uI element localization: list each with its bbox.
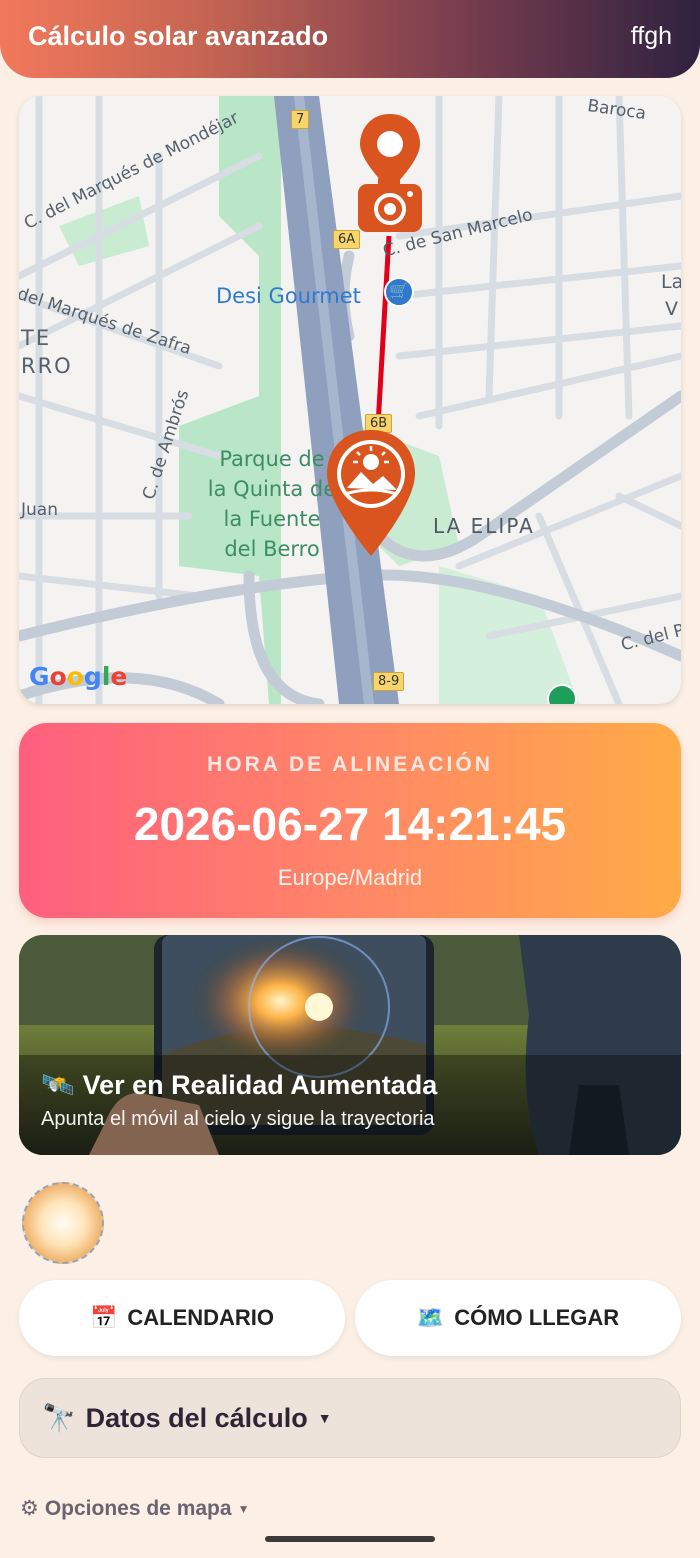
calc-data-label: Datos del cálculo	[85, 1402, 308, 1433]
calendar-icon: 📅	[89, 1305, 118, 1330]
home-indicator[interactable]	[265, 1536, 435, 1542]
shopping-cart-icon[interactable]: 🛒	[384, 277, 414, 307]
user-name[interactable]: ffgh	[631, 22, 672, 51]
road-shield: 8-9	[373, 672, 405, 691]
ar-subtitle: Apunta el móvil al cielo y sigue la tray…	[41, 1108, 435, 1130]
alignment-datetime: 2026-06-27 14:21:45	[133, 798, 567, 850]
road-shield: 7	[291, 110, 310, 129]
street-label: Juan	[21, 500, 58, 520]
gear-icon: ⚙	[20, 1497, 39, 1520]
alignment-time-card: HORA DE ALINEACIÓN 2026-06-27 14:21:45 E…	[19, 723, 681, 918]
timezone-label: Europe/Madrid	[277, 865, 423, 890]
map-icon: 🗺️	[416, 1305, 445, 1330]
directions-button[interactable]: 🗺️ CÓMO LLEGAR	[355, 1280, 681, 1356]
caret-down-icon: ▼	[317, 1410, 332, 1426]
map-view[interactable]: C. del Marqués de Mondéjar del Marqués d…	[19, 96, 681, 704]
edge-label: TE	[21, 326, 52, 350]
edge-label: La	[661, 271, 681, 293]
calendar-button[interactable]: 📅 CALENDARIO	[19, 1280, 345, 1356]
google-logo: Google	[29, 662, 128, 691]
sun-mountain-pin-icon[interactable]	[325, 428, 417, 558]
app-header: Cálculo solar avanzado ffgh	[0, 0, 700, 78]
calc-data-toggle[interactable]: 🔭 Datos del cálculo ▼	[19, 1378, 681, 1458]
ar-title: 🛰️ Ver en Realidad Aumentada	[41, 1069, 438, 1101]
edge-label: V	[665, 298, 678, 320]
poi-label[interactable]: Desi Gourmet	[216, 284, 361, 308]
edge-label: RRO	[21, 354, 73, 378]
telescope-icon: 🔭	[42, 1403, 76, 1433]
sun-compass-icon[interactable]	[22, 1182, 104, 1264]
district-label: LA ELIPA	[433, 514, 535, 538]
camera-pin-icon[interactable]	[354, 112, 426, 236]
caret-down-icon: ▼	[237, 1501, 250, 1516]
satellite-icon: 🛰️	[41, 1070, 75, 1100]
ar-banner[interactable]: 🛰️ Ver en Realidad Aumentada Apunta el m…	[19, 935, 681, 1155]
map-options-toggle[interactable]: ⚙ Opciones de mapa ▼	[20, 1496, 249, 1521]
alignment-label: HORA DE ALINEACIÓN	[207, 753, 493, 776]
page-title: Cálculo solar avanzado	[28, 20, 329, 51]
map-options-label: Opciones de mapa	[44, 1496, 232, 1520]
